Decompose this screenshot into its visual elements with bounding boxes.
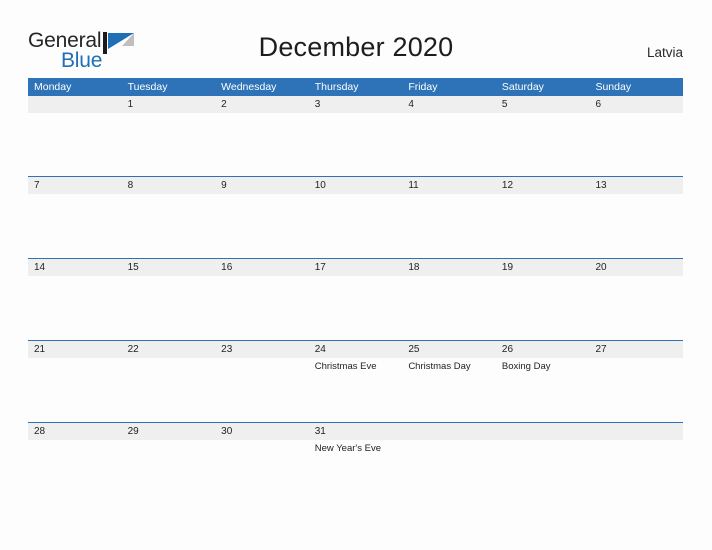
day-event-boxing-day: Boxing Day <box>501 361 551 372</box>
day-number[interactable]: 11 <box>402 177 496 194</box>
day-event <box>28 194 122 258</box>
day-event-christmas-eve: Christmas Eve <box>314 361 377 372</box>
day-event <box>309 276 403 340</box>
week-event-band: New Year's Eve <box>28 440 683 504</box>
day-number[interactable]: 2 <box>215 96 309 113</box>
week-date-band: 21 22 23 24 25 26 27 <box>28 340 683 358</box>
day-number[interactable]: 25 <box>402 341 496 358</box>
week-event-band <box>28 276 683 340</box>
day-number[interactable]: 30 <box>215 423 309 440</box>
week-date-band: 28 29 30 31 <box>28 422 683 440</box>
day-event <box>122 194 216 258</box>
weekday-header-row: Monday Tuesday Wednesday Thursday Friday… <box>28 78 683 96</box>
day-number[interactable]: 9 <box>215 177 309 194</box>
day-number[interactable]: 16 <box>215 259 309 276</box>
weekday-header-thursday: Thursday <box>314 81 359 93</box>
day-event <box>122 276 216 340</box>
day-number[interactable]: 27 <box>589 341 683 358</box>
week-event-band <box>28 113 683 176</box>
day-number[interactable]: 23 <box>215 341 309 358</box>
day-event <box>402 440 496 504</box>
calendar-grid: Monday Tuesday Wednesday Thursday Friday… <box>28 78 683 504</box>
day-event <box>589 276 683 340</box>
day-number[interactable]: 4 <box>402 96 496 113</box>
weekday-header-monday: Monday <box>34 81 72 93</box>
day-event <box>215 440 309 504</box>
day-number[interactable] <box>28 96 122 113</box>
day-event <box>496 276 590 340</box>
day-number[interactable] <box>589 423 683 440</box>
weekday-header-tuesday: Tuesday <box>127 81 168 93</box>
week-row: 21 22 23 24 25 26 27 Christmas Eve Chris… <box>28 340 683 422</box>
day-event <box>309 113 403 176</box>
week-event-band: Christmas Eve Christmas Day Boxing Day <box>28 358 683 422</box>
day-event <box>589 113 683 176</box>
day-number[interactable]: 17 <box>309 259 403 276</box>
day-number[interactable]: 22 <box>122 341 216 358</box>
page-header: General Blue December 2020 Latvia <box>0 0 712 78</box>
day-number[interactable]: 10 <box>309 177 403 194</box>
day-event <box>309 194 403 258</box>
day-event <box>28 440 122 504</box>
week-event-band <box>28 194 683 258</box>
day-number[interactable] <box>402 423 496 440</box>
day-number[interactable]: 15 <box>122 259 216 276</box>
day-event <box>215 276 309 340</box>
day-event-new-years-eve: New Year's Eve <box>314 443 381 454</box>
week-row: 14 15 16 17 18 19 20 <box>28 258 683 340</box>
day-number[interactable]: 5 <box>496 96 590 113</box>
week-date-band: 1 2 3 4 5 6 <box>28 96 683 113</box>
day-event <box>496 440 590 504</box>
day-number[interactable] <box>496 423 590 440</box>
day-event <box>402 194 496 258</box>
day-number[interactable]: 31 <box>309 423 403 440</box>
day-number[interactable]: 24 <box>309 341 403 358</box>
day-number[interactable]: 12 <box>496 177 590 194</box>
day-number[interactable]: 8 <box>122 177 216 194</box>
calendar-page: General Blue December 2020 Latvia Monday… <box>0 0 712 550</box>
day-number[interactable]: 29 <box>122 423 216 440</box>
weekday-header-friday: Friday <box>408 81 438 93</box>
day-event <box>215 358 309 422</box>
day-number[interactable]: 21 <box>28 341 122 358</box>
day-number[interactable]: 28 <box>28 423 122 440</box>
day-event <box>28 113 122 176</box>
day-number[interactable]: 6 <box>589 96 683 113</box>
day-event <box>215 194 309 258</box>
page-title: December 2020 <box>258 32 454 62</box>
day-event <box>589 440 683 504</box>
region-label: Latvia <box>646 45 683 60</box>
day-event <box>215 113 309 176</box>
day-number[interactable]: 19 <box>496 259 590 276</box>
day-event <box>402 276 496 340</box>
week-row: 1 2 3 4 5 6 <box>28 96 683 176</box>
weekday-header-wednesday: Wednesday <box>221 81 277 93</box>
day-event <box>402 113 496 176</box>
weekday-header-saturday: Saturday <box>501 81 544 93</box>
weekday-header-sunday: Sunday <box>595 81 632 93</box>
day-number[interactable]: 14 <box>28 259 122 276</box>
day-event <box>496 194 590 258</box>
day-event <box>122 358 216 422</box>
week-date-band: 14 15 16 17 18 19 20 <box>28 258 683 276</box>
day-event <box>28 358 122 422</box>
day-event <box>589 194 683 258</box>
day-event-christmas-day: Christmas Day <box>408 361 471 372</box>
week-row: 28 29 30 31 New Year's Eve <box>28 422 683 504</box>
week-row: 7 8 9 10 11 12 13 <box>28 176 683 258</box>
week-date-band: 7 8 9 10 11 12 13 <box>28 176 683 194</box>
day-event <box>589 358 683 422</box>
day-number[interactable]: 20 <box>589 259 683 276</box>
day-event <box>28 276 122 340</box>
day-number[interactable]: 18 <box>402 259 496 276</box>
day-number[interactable]: 7 <box>28 177 122 194</box>
day-number[interactable]: 3 <box>309 96 403 113</box>
day-number[interactable]: 13 <box>589 177 683 194</box>
day-event <box>122 440 216 504</box>
day-event <box>496 113 590 176</box>
day-number[interactable]: 1 <box>122 96 216 113</box>
day-number[interactable]: 26 <box>496 341 590 358</box>
day-event <box>122 113 216 176</box>
